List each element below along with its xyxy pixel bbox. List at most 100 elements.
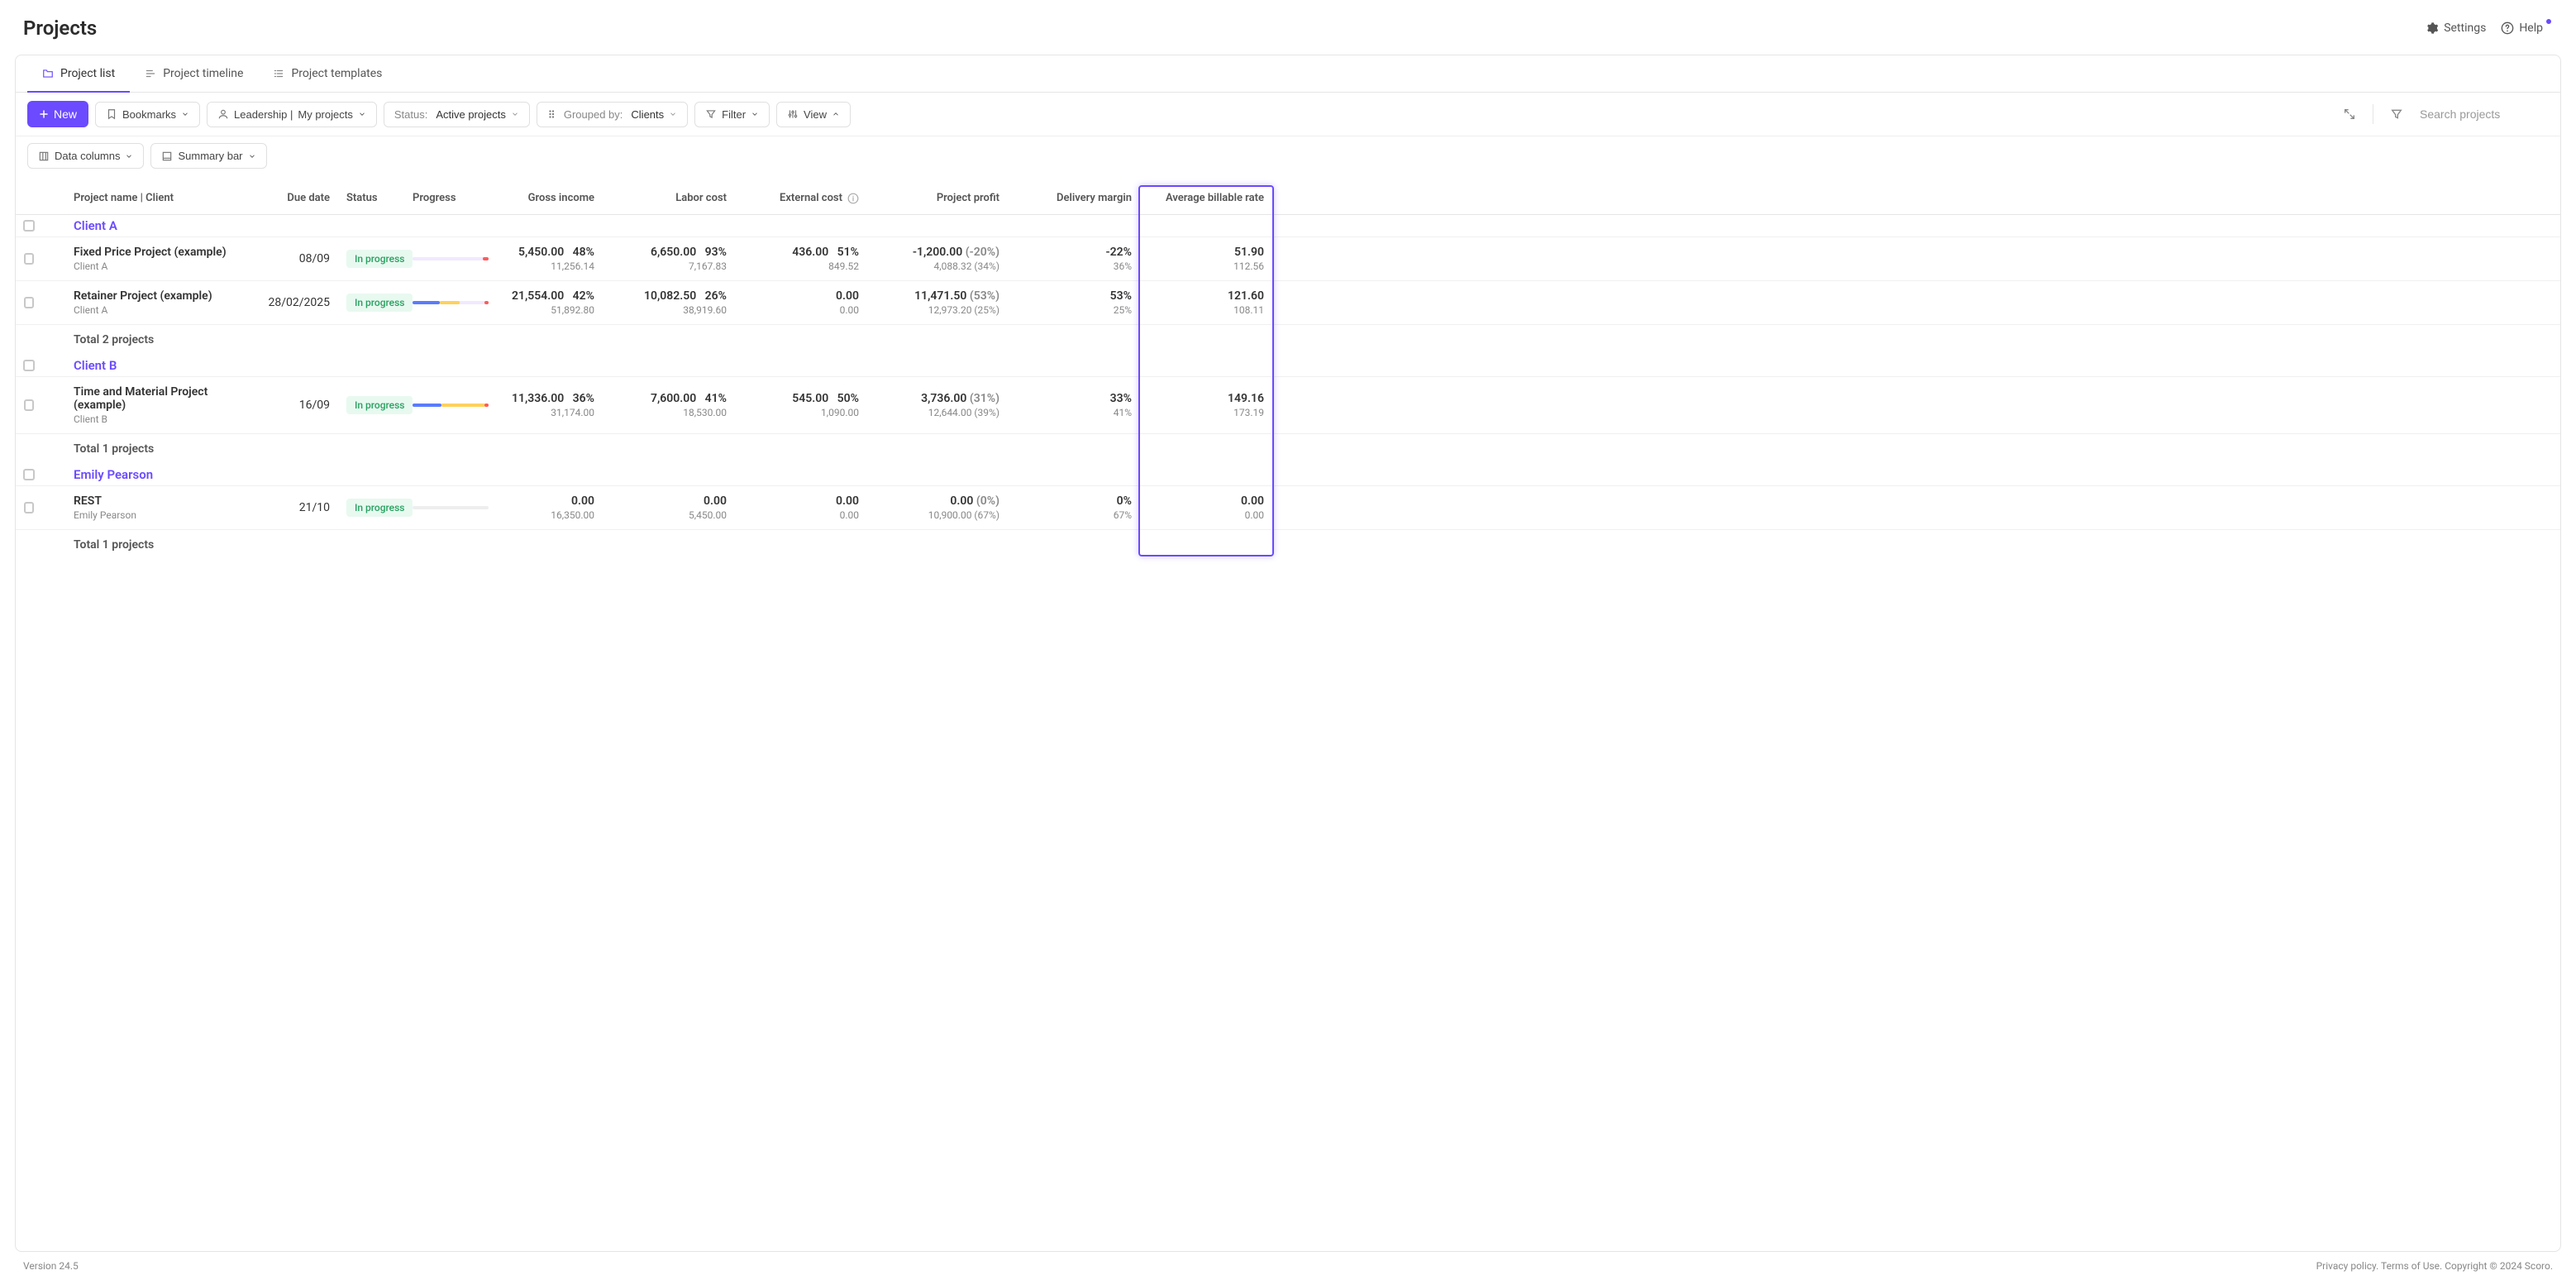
project-profit: -1,200.00 (-20%) 4,088.32 (34%) <box>867 237 1008 280</box>
checkbox[interactable] <box>23 469 35 480</box>
group-link[interactable]: Client B <box>74 358 117 373</box>
chevron-down-icon <box>125 152 133 160</box>
funnel-icon <box>2390 107 2403 121</box>
col-status[interactable]: Status <box>338 182 404 214</box>
leadership-filter[interactable]: Leadership | My projects <box>207 102 377 127</box>
checkbox[interactable] <box>24 253 34 265</box>
folder-icon <box>42 397 59 413</box>
status-value: Active projects <box>436 108 506 121</box>
group-link[interactable]: Emily Pearson <box>74 467 153 482</box>
privacy-link[interactable]: Privacy policy <box>2316 1260 2377 1272</box>
notification-dot <box>2546 19 2551 24</box>
summary-bar-button[interactable]: Summary bar <box>150 143 266 169</box>
average-billable-rate: 121.60 108.11 <box>1140 281 1272 324</box>
group-subtotal: Total 2 projects <box>65 325 255 355</box>
settings-link[interactable]: Settings <box>2426 21 2486 35</box>
group-link[interactable]: Client A <box>74 218 117 233</box>
col-progress[interactable]: Progress <box>404 182 487 214</box>
delivery-margin: -22% 36% <box>1008 237 1140 280</box>
delivery-margin: 53% 25% <box>1008 281 1140 324</box>
project-name: Fixed Price Project (example) <box>74 246 247 259</box>
data-columns-button[interactable]: Data columns <box>27 143 144 169</box>
grouped-by-filter[interactable]: Grouped by: Clients <box>537 102 688 127</box>
table-row[interactable]: Retainer Project (example) Client A 28/0… <box>16 280 2560 324</box>
table-header: Project name | Client Due date Status Pr… <box>16 182 2560 215</box>
tab-project-templates[interactable]: Project templates <box>258 55 397 92</box>
chevron-down-icon <box>669 110 677 118</box>
due-date: 21/10 <box>255 493 338 523</box>
average-billable-rate: 149.16 173.19 <box>1140 384 1272 427</box>
status-badge: In progress <box>346 294 413 312</box>
table-row[interactable]: Fixed Price Project (example) Client A 0… <box>16 236 2560 280</box>
progress-bar <box>413 404 489 407</box>
gross-income: 21,554.00 42% 51,892.80 <box>487 281 603 324</box>
folder-icon <box>42 68 54 79</box>
progress-bar <box>413 257 489 260</box>
col-labor[interactable]: Labor cost <box>603 182 735 214</box>
settings-label: Settings <box>2444 21 2486 35</box>
gear-icon <box>2426 21 2439 35</box>
col-gross[interactable]: Gross income <box>487 182 603 214</box>
user-icon <box>217 108 229 120</box>
filter-button[interactable]: Filter <box>694 102 770 127</box>
col-due[interactable]: Due date <box>255 182 338 214</box>
gross-income: 0.00 16,350.00 <box>487 486 603 529</box>
project-profit: 3,736.00 (31%) 12,644.00 (39%) <box>867 384 1008 427</box>
tab-project-timeline[interactable]: Project timeline <box>130 55 258 92</box>
expand-icon <box>2343 107 2356 121</box>
checkbox[interactable] <box>24 502 34 513</box>
project-name: REST <box>74 494 247 508</box>
help-link[interactable]: Help <box>2501 21 2553 35</box>
status-filter[interactable]: Status: Active projects <box>384 102 530 127</box>
timeline-icon <box>145 68 156 79</box>
new-button[interactable]: New <box>27 101 88 127</box>
search-input[interactable] <box>2416 103 2549 126</box>
new-label: New <box>54 107 77 121</box>
tab-label: Project timeline <box>163 67 243 80</box>
view-button[interactable]: View <box>776 102 851 127</box>
tab-project-list[interactable]: Project list <box>27 55 130 92</box>
chevron-down-icon <box>248 152 256 160</box>
project-client: Client B <box>74 413 247 425</box>
filter-clear-button[interactable] <box>2383 101 2410 127</box>
status-badge: In progress <box>346 499 413 517</box>
bars-icon <box>161 150 173 162</box>
view-label: View <box>804 108 827 121</box>
terms-link[interactable]: Terms of Use <box>2381 1260 2440 1272</box>
leadership-value: My projects <box>298 108 352 121</box>
funnel-icon <box>705 108 717 120</box>
tab-label: Project list <box>60 67 115 80</box>
col-delivery[interactable]: Delivery margin <box>1008 182 1140 214</box>
external-cost: 0.00 0.00 <box>735 486 867 529</box>
due-date: 28/02/2025 <box>255 288 338 318</box>
version-label: Version 24.5 <box>23 1260 79 1272</box>
gross-income: 11,336.00 36% 31,174.00 <box>487 384 603 427</box>
list-icon <box>273 68 284 79</box>
table-row[interactable]: REST Emily Pearson 21/10 In progress 0.0… <box>16 485 2560 529</box>
tab-label: Project templates <box>291 67 382 80</box>
checkbox[interactable] <box>24 297 34 308</box>
col-avg-rate[interactable]: Average billable rate <box>1140 182 1272 214</box>
folder-icon <box>42 251 59 267</box>
status-badge: In progress <box>346 396 413 414</box>
bookmarks-button[interactable]: Bookmarks <box>95 102 200 127</box>
info-icon <box>847 193 859 204</box>
due-date: 16/09 <box>255 390 338 420</box>
external-cost: 436.00 51% 849.52 <box>735 237 867 280</box>
col-external[interactable]: External cost <box>735 182 867 214</box>
bookmarks-label: Bookmarks <box>122 108 176 121</box>
delivery-margin: 0% 67% <box>1008 486 1140 529</box>
expand-button[interactable] <box>2336 101 2363 127</box>
summary-bar-label: Summary bar <box>178 150 242 162</box>
due-date: 08/09 <box>255 244 338 274</box>
checkbox[interactable] <box>23 220 35 232</box>
checkbox[interactable] <box>24 399 34 411</box>
checkbox[interactable] <box>23 360 35 371</box>
table-row[interactable]: Time and Material Project (example) Clie… <box>16 376 2560 433</box>
help-icon <box>2501 21 2514 35</box>
col-name[interactable]: Project name | Client <box>65 182 255 214</box>
project-name: Retainer Project (example) <box>74 289 247 303</box>
grid-icon <box>547 108 559 120</box>
labor-cost: 0.00 5,450.00 <box>603 486 735 529</box>
col-profit[interactable]: Project profit <box>867 182 1008 214</box>
